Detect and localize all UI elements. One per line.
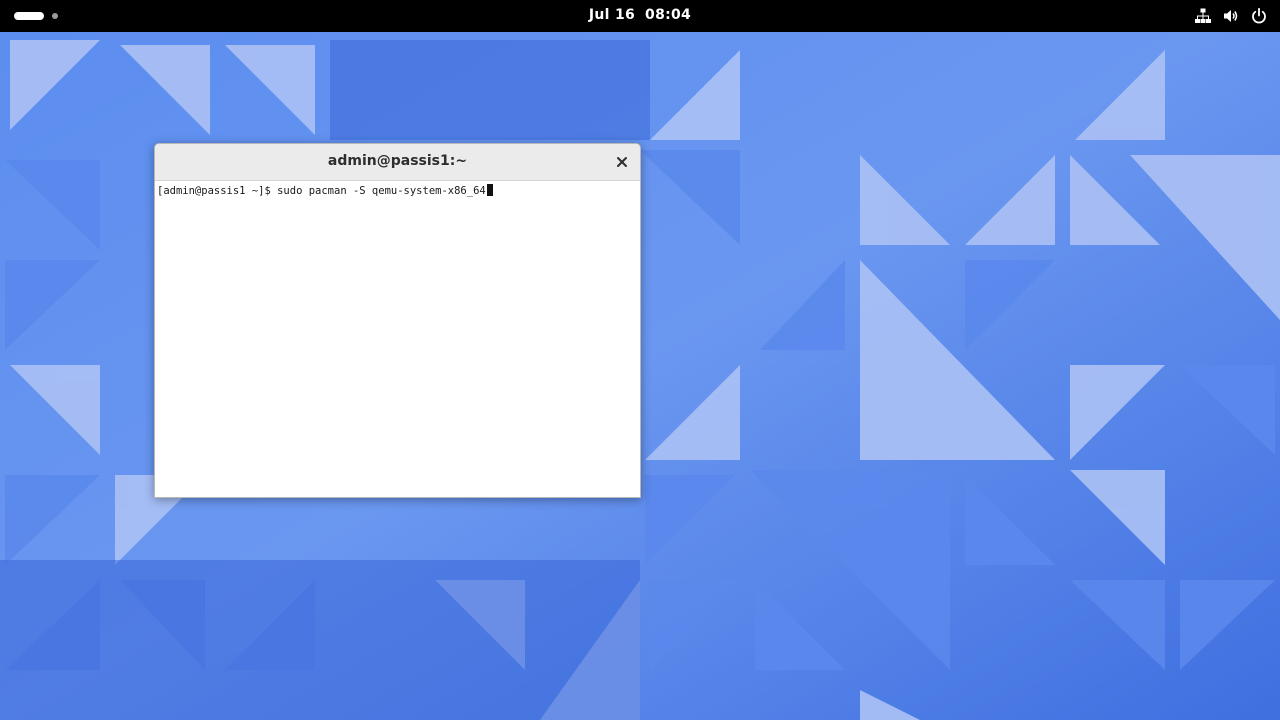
text-cursor bbox=[486, 184, 493, 196]
activities-indicator[interactable] bbox=[14, 10, 58, 22]
clock-time: 08:04 bbox=[645, 7, 692, 23]
desktop: Jul 16 08:04 admin@passis1:~ [admin@pass… bbox=[0, 0, 1280, 720]
terminal-titlebar[interactable]: admin@passis1:~ bbox=[155, 144, 640, 181]
clock: Jul 16 08:04 bbox=[0, 7, 1280, 23]
command-text: sudo pacman -S qemu-system-x86_64 bbox=[277, 185, 486, 197]
network-wired-icon[interactable] bbox=[1194, 7, 1212, 25]
terminal-output[interactable]: [admin@passis1 ~]$ sudo pacman -S qemu-s… bbox=[155, 181, 640, 497]
close-icon bbox=[617, 157, 627, 167]
clock-button[interactable]: Jul 16 08:04 bbox=[589, 7, 691, 23]
system-status-area[interactable] bbox=[1194, 7, 1268, 25]
close-button[interactable] bbox=[612, 152, 632, 172]
workspace-inactive-indicator[interactable] bbox=[52, 13, 58, 19]
command-line: [admin@passis1 ~]$ sudo pacman -S qemu-s… bbox=[157, 184, 638, 198]
power-icon[interactable] bbox=[1250, 7, 1268, 25]
volume-icon[interactable] bbox=[1222, 7, 1240, 25]
clock-date: Jul 16 bbox=[588, 7, 636, 23]
shell-prompt: [admin@passis1 ~]$ bbox=[157, 185, 278, 197]
terminal-window[interactable]: admin@passis1:~ [admin@passis1 ~]$ sudo … bbox=[154, 143, 641, 498]
top-bar: Jul 16 08:04 bbox=[0, 0, 1280, 32]
window-title: admin@passis1:~ bbox=[327, 153, 468, 169]
workspace-active-indicator[interactable] bbox=[14, 12, 44, 20]
